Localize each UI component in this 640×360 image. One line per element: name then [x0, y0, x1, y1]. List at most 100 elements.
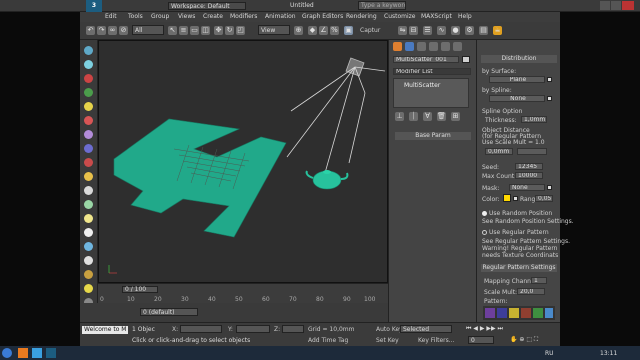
- close-button[interactable]: [622, 1, 634, 10]
- language-indicator[interactable]: RU: [545, 350, 554, 357]
- hedra-icon[interactable]: [84, 228, 93, 237]
- base-param-rollout[interactable]: Base Param: [395, 132, 471, 140]
- remove-modifier-icon[interactable]: 🗑: [437, 112, 446, 121]
- space-warp-icon[interactable]: [84, 284, 93, 293]
- start-button[interactable]: [2, 348, 12, 358]
- snap-icon[interactable]: ◆: [308, 26, 317, 35]
- current-frame-field[interactable]: 0: [468, 336, 494, 344]
- taskbar-app-icon[interactable]: [46, 348, 56, 358]
- mask-pick-button[interactable]: None: [509, 184, 545, 191]
- timeline[interactable]: 0 / 100 0 10 20 30 40 50 60 70 80 90 100: [98, 283, 388, 303]
- capsule-icon[interactable]: [84, 172, 93, 181]
- menu-modifiers[interactable]: Modifiers: [230, 13, 257, 20]
- z-coordinate-field[interactable]: [282, 325, 304, 333]
- distance-field[interactable]: 0,0mm: [485, 148, 513, 155]
- link-icon[interactable]: ∞: [108, 26, 117, 35]
- render-icon[interactable]: ☕: [493, 26, 502, 35]
- menu-maxscript[interactable]: MAXScript: [421, 13, 452, 20]
- align-icon[interactable]: ⊟: [409, 26, 418, 35]
- motion-tab-icon[interactable]: [429, 42, 438, 51]
- maxscript-listener[interactable]: Welcome to M: [82, 326, 128, 334]
- range-field[interactable]: 0,05: [535, 195, 553, 202]
- use-random-radio[interactable]: [482, 211, 487, 216]
- move-icon[interactable]: ✥: [214, 26, 223, 35]
- unlink-icon[interactable]: ⊘: [119, 26, 128, 35]
- window-crossing-icon[interactable]: ◫: [201, 26, 210, 35]
- spline-checkbox[interactable]: [547, 96, 552, 101]
- pyramid-icon[interactable]: [84, 144, 93, 153]
- percent-snap-icon[interactable]: %: [330, 26, 339, 35]
- app-logo[interactable]: 3: [86, 0, 102, 12]
- box-icon[interactable]: [84, 116, 93, 125]
- menu-rendering[interactable]: Rendering: [346, 13, 377, 20]
- redo-icon[interactable]: ↷: [97, 26, 106, 35]
- regular-settings-header[interactable]: Regular Pattern Settings: [481, 264, 557, 272]
- thickness-field[interactable]: 1,0mm: [521, 116, 547, 123]
- text-icon[interactable]: [84, 214, 93, 223]
- sphere-icon[interactable]: [84, 46, 93, 55]
- menu-edit[interactable]: Edit: [105, 13, 117, 20]
- camera-icon[interactable]: ▣: [344, 26, 353, 35]
- helper-icon[interactable]: [84, 256, 93, 265]
- hierarchy-tab-icon[interactable]: [417, 42, 426, 51]
- surface-checkbox[interactable]: [547, 77, 552, 82]
- menu-create[interactable]: Create: [203, 13, 223, 20]
- show-end-result-icon[interactable]: ⏐: [409, 112, 418, 121]
- menu-views[interactable]: Views: [178, 13, 195, 20]
- object-color-swatch[interactable]: [462, 56, 470, 63]
- stack-item-multiscatter[interactable]: MultiScatter: [404, 82, 440, 89]
- light-icon[interactable]: [84, 102, 93, 111]
- key-mode-select[interactable]: Selected: [400, 325, 452, 333]
- minimize-button[interactable]: [600, 1, 610, 10]
- pivot-icon[interactable]: ⊕: [294, 26, 303, 35]
- pin-stack-icon[interactable]: ⊥: [395, 112, 404, 121]
- cylinder-icon[interactable]: [84, 88, 93, 97]
- menu-customize[interactable]: Customize: [384, 13, 416, 20]
- h-shaped-plane[interactable]: [113, 118, 287, 238]
- modify-tab-icon[interactable]: [405, 42, 414, 51]
- angle-snap-icon[interactable]: ∠: [319, 26, 328, 35]
- distribution-header[interactable]: Distribution: [481, 55, 557, 63]
- reference-coordinate-select[interactable]: View: [258, 25, 290, 35]
- teapot-icon[interactable]: [84, 200, 93, 209]
- spline-icon[interactable]: [84, 242, 93, 251]
- selection-filter-select[interactable]: All: [132, 25, 164, 35]
- search-input[interactable]: Type a keyword or phrase: [358, 1, 406, 10]
- select-object-icon[interactable]: ↖: [168, 26, 177, 35]
- add-time-tag[interactable]: Add Time Tag: [308, 337, 348, 344]
- set-key-button[interactable]: Set Key: [376, 337, 399, 344]
- mask-checkbox[interactable]: [547, 185, 552, 190]
- particle-icon[interactable]: [84, 270, 93, 279]
- material-editor-icon[interactable]: ●: [451, 26, 460, 35]
- undo-icon[interactable]: ↶: [86, 26, 95, 35]
- surface-pick-button[interactable]: Plane: [489, 76, 545, 83]
- utilities-tab-icon[interactable]: [453, 42, 462, 51]
- menu-help[interactable]: Help: [458, 13, 472, 20]
- torus-icon[interactable]: [84, 74, 93, 83]
- light-gizmo[interactable]: [286, 57, 386, 174]
- menu-graph-editors[interactable]: Graph Editors: [302, 13, 343, 20]
- rendered-frame-icon[interactable]: ▤: [479, 26, 488, 35]
- display-tab-icon[interactable]: [441, 42, 450, 51]
- taskbar-app-icon[interactable]: [18, 348, 28, 358]
- create-tab-icon[interactable]: [393, 42, 402, 51]
- menu-animation[interactable]: Animation: [265, 13, 296, 20]
- mirror-icon[interactable]: ⇋: [398, 26, 407, 35]
- rotate-icon[interactable]: ↻: [225, 26, 234, 35]
- scale-icon[interactable]: ◰: [236, 26, 245, 35]
- distance-spinner[interactable]: [517, 148, 547, 155]
- plane-icon[interactable]: [84, 186, 93, 195]
- geosphere-icon[interactable]: [84, 60, 93, 69]
- cone-icon[interactable]: [84, 130, 93, 139]
- mapping-channel-field[interactable]: 1: [531, 277, 547, 284]
- select-by-name-icon[interactable]: ≡: [179, 26, 188, 35]
- range-checkbox[interactable]: [513, 196, 518, 201]
- rectangular-selection-icon[interactable]: ▭: [190, 26, 199, 35]
- key-filters-button[interactable]: Key Filters...: [418, 337, 455, 344]
- x-coordinate-field[interactable]: [180, 325, 222, 333]
- perspective-viewport[interactable]: [98, 40, 388, 283]
- taskbar-app-icon[interactable]: [32, 348, 42, 358]
- layer-select[interactable]: 0 (default): [140, 308, 198, 316]
- viewport-navigation[interactable]: ✋ ⊕ ⬚ ⛶: [510, 336, 538, 344]
- playback-controls[interactable]: ⏮ ◀ ▶ ▶▶ ⏭: [466, 325, 503, 333]
